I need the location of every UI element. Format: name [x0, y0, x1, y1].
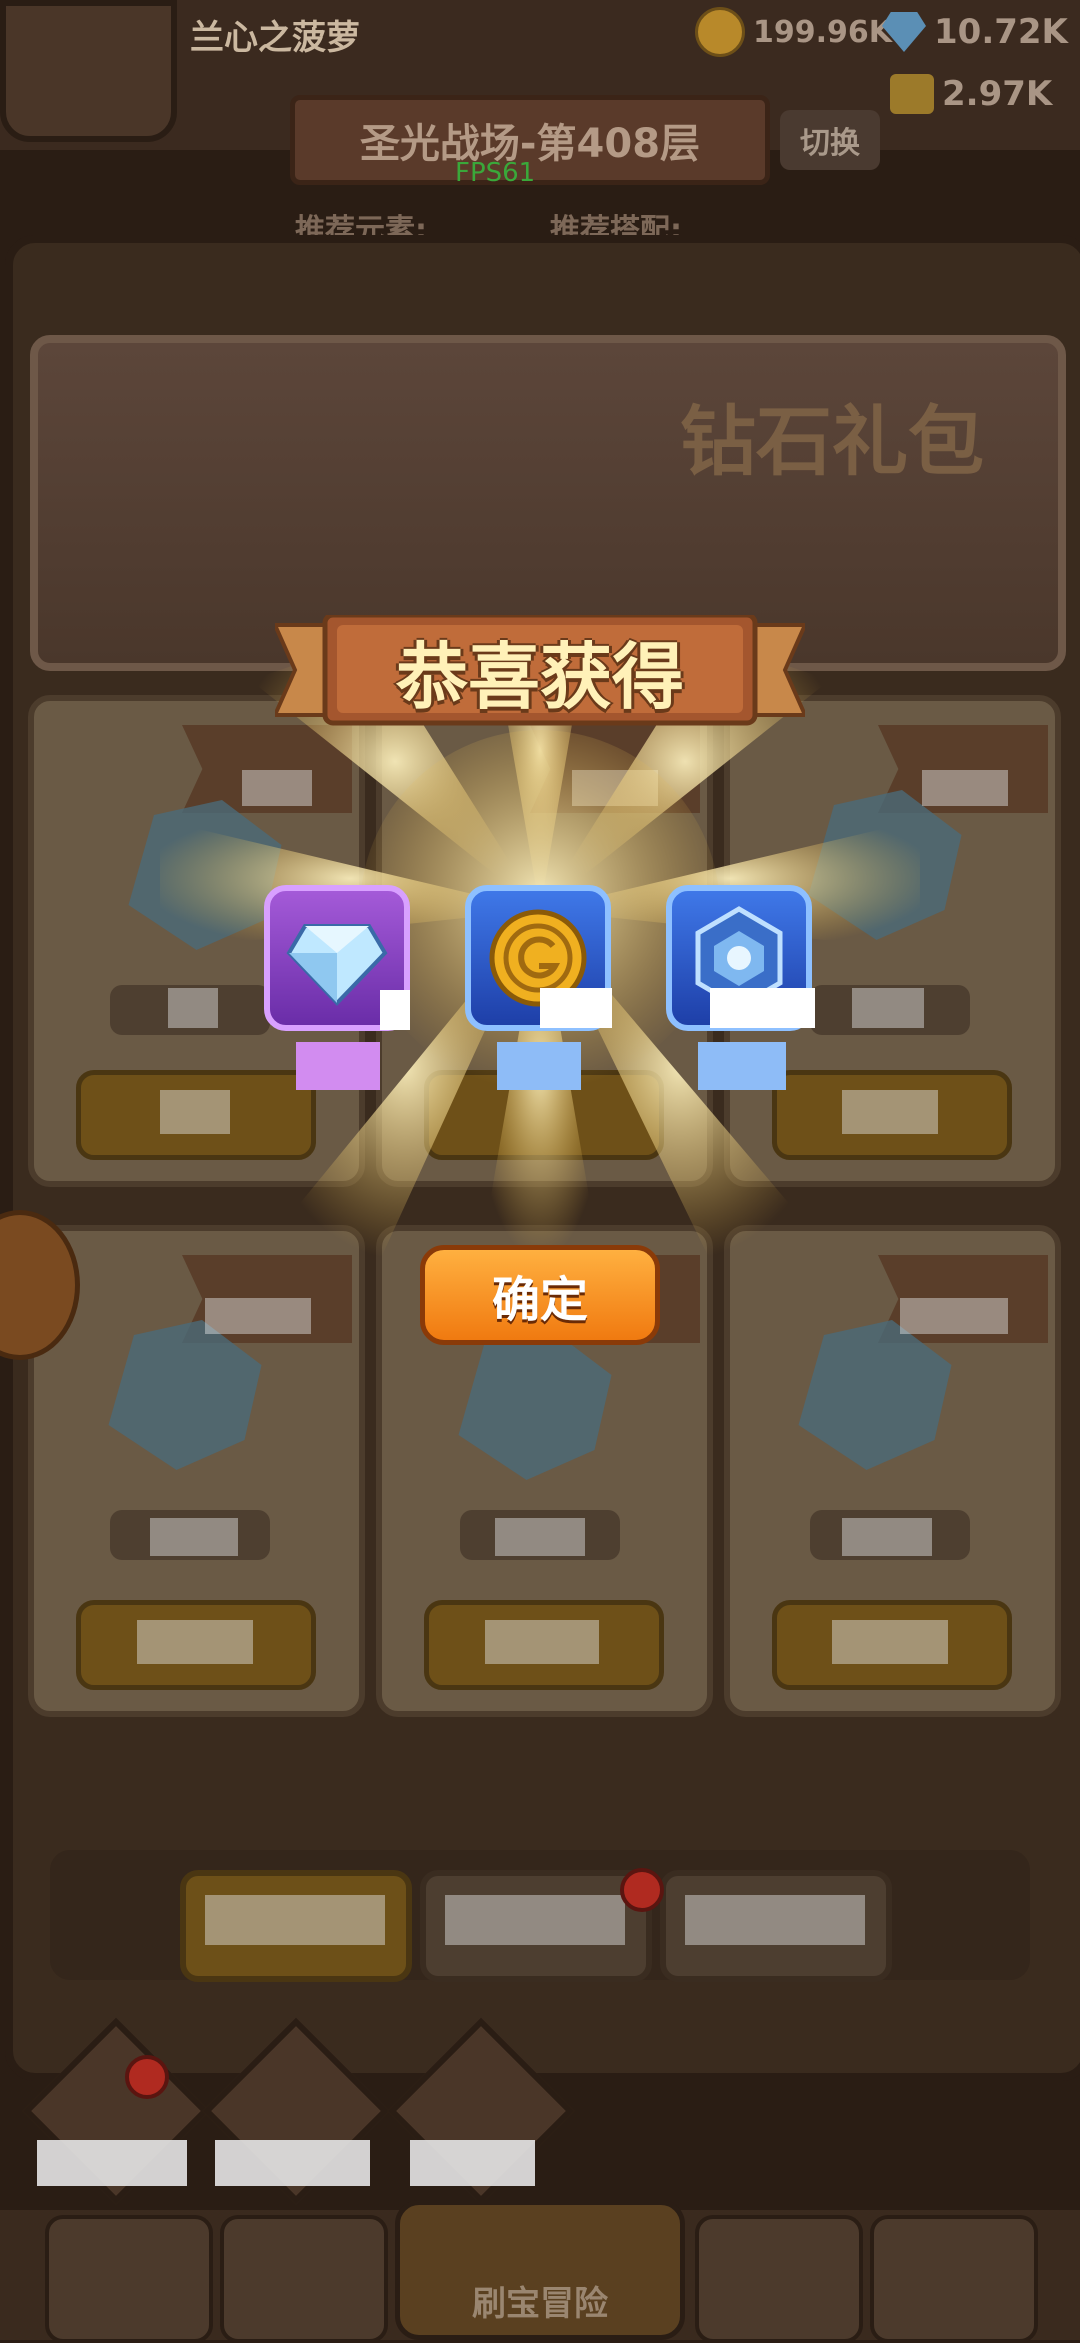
reward-name: [497, 1042, 581, 1090]
coin-counter: 199.96K: [695, 7, 893, 57]
tab-label: [445, 1895, 625, 1945]
nav-shop-icon[interactable]: [45, 2215, 213, 2343]
nav-bag-icon[interactable]: [695, 2215, 863, 2343]
card-amount: [150, 1518, 238, 1556]
notification-badge: [620, 1868, 664, 1912]
fps-counter: FPS61: [455, 158, 536, 188]
button-caption: [215, 2140, 370, 2186]
reward-name: [698, 1042, 786, 1090]
nav-treasure-adventure[interactable]: 刷宝冒险: [395, 2200, 685, 2340]
tab-label: [685, 1895, 865, 1945]
gem-amount: 10.72K: [934, 12, 1068, 52]
buy-button-label: [485, 1620, 599, 1664]
notification-badge: [125, 2055, 169, 2099]
price-text: [900, 1298, 1008, 1334]
buy-button-label: [137, 1620, 253, 1664]
gem-counter: 10.72K: [882, 8, 1068, 56]
reward-name: [296, 1042, 380, 1090]
switch-button[interactable]: 切换: [780, 110, 880, 170]
price-text: [922, 770, 1008, 806]
tab-label: [205, 1895, 385, 1945]
gem-icon: [882, 12, 926, 52]
gold-amount: 2.97K: [942, 74, 1053, 114]
reward-quantity: [710, 988, 815, 1028]
confirm-button[interactable]: 确定: [420, 1245, 660, 1345]
store-banner-title: 钻石礼包: [680, 397, 984, 486]
button-caption: [37, 2140, 187, 2186]
coin-amount: 199.96K: [753, 14, 893, 50]
nav-hero-icon[interactable]: [220, 2215, 388, 2343]
nav-forge-icon[interactable]: [870, 2215, 1038, 2343]
avatar[interactable]: [0, 0, 177, 142]
coin-icon: [695, 7, 745, 57]
player-name: 兰心之菠萝: [190, 18, 360, 58]
card-amount: [495, 1518, 585, 1556]
congrats-title: 恭喜获得: [395, 635, 684, 719]
gold-bar-icon: [890, 74, 934, 114]
price-text: [205, 1298, 311, 1334]
reward-quantity: [540, 988, 612, 1028]
reward-quantity: [380, 990, 410, 1030]
button-caption: [410, 2140, 535, 2186]
card-amount: [842, 1518, 932, 1556]
buy-button-label: [832, 1620, 948, 1664]
gold-counter: 2.97K: [890, 70, 1052, 118]
